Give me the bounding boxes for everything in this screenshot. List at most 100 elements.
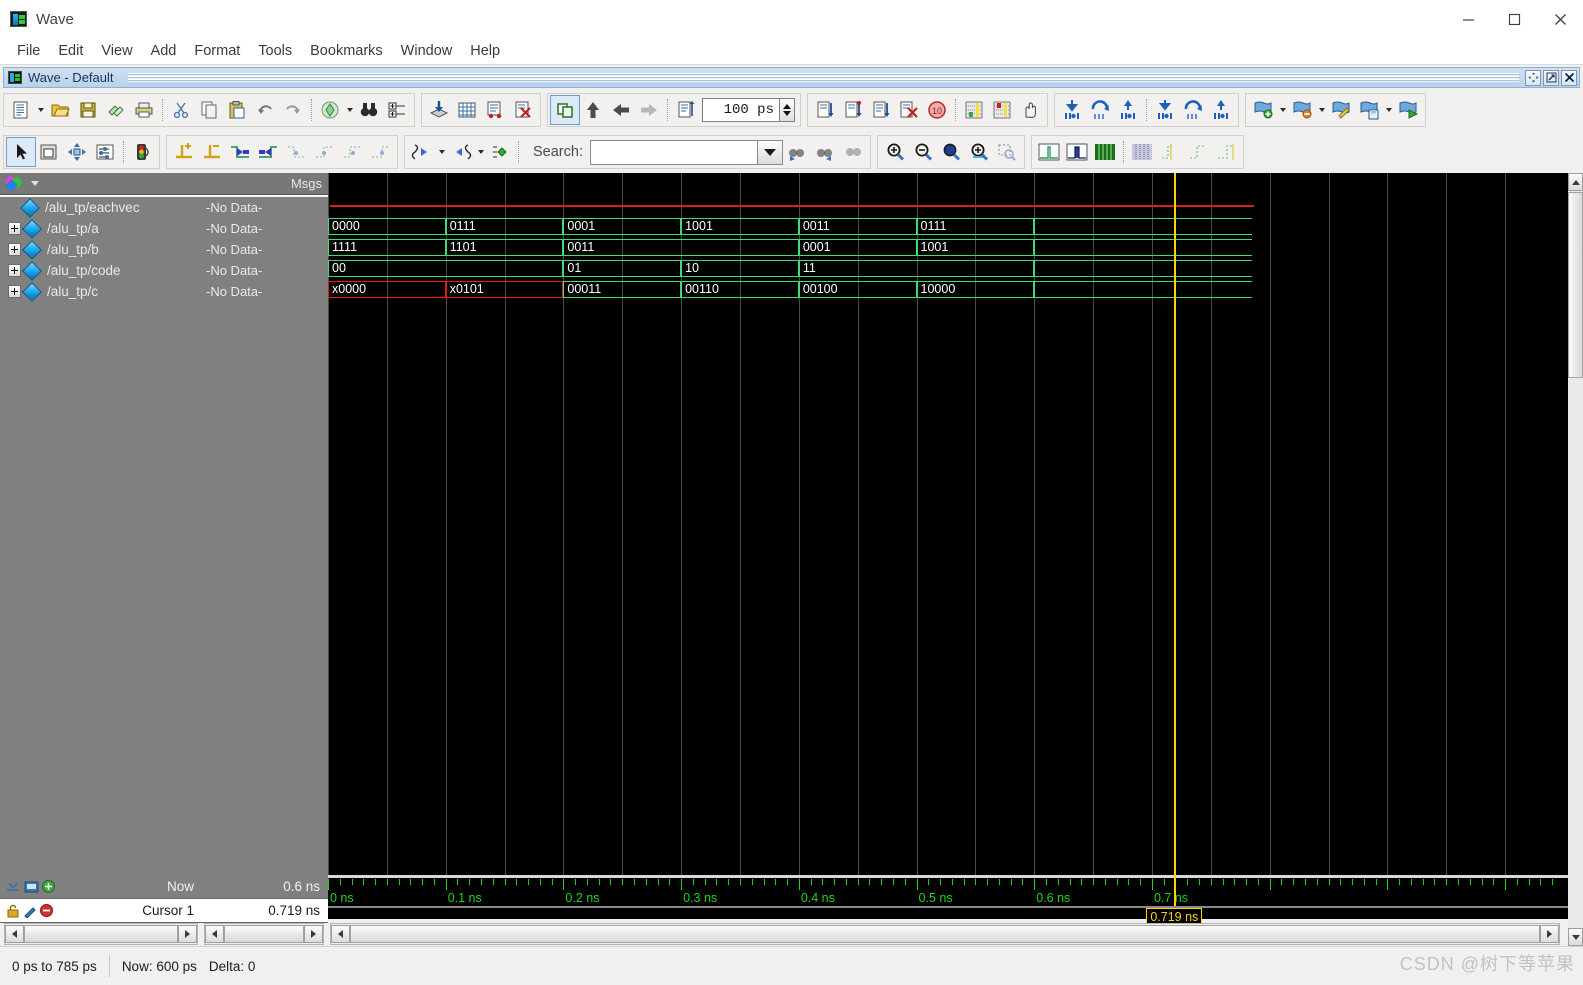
- vscroll-up-arrow[interactable]: [1568, 173, 1583, 191]
- edge-middle-icon[interactable]: [1184, 138, 1212, 166]
- next-transition-icon[interactable]: [254, 138, 282, 166]
- wave-hscrollbar[interactable]: [330, 923, 1560, 945]
- zoom-out-icon[interactable]: [909, 138, 937, 166]
- step-icon[interactable]: [960, 96, 988, 124]
- break-icon[interactable]: [895, 96, 923, 124]
- redo-icon[interactable]: [279, 96, 307, 124]
- menu-add[interactable]: Add: [142, 40, 186, 62]
- zoom-cursor-icon[interactable]: [965, 138, 993, 166]
- add-bookmark-dropdown-icon[interactable]: [1277, 96, 1288, 124]
- goto-bookmark-icon[interactable]: [1394, 96, 1422, 124]
- insert-cursor-icon[interactable]: [1058, 96, 1086, 124]
- search-value-icon[interactable]: [486, 138, 514, 166]
- down-group-icon[interactable]: [1151, 96, 1179, 124]
- signal-row[interactable]: /alu_tp/eachvec: [0, 197, 202, 218]
- up-cursor-icon[interactable]: [1114, 96, 1142, 124]
- up-group-icon[interactable]: [1207, 96, 1235, 124]
- hscroll-track[interactable]: [350, 925, 1540, 943]
- search-next-match-icon[interactable]: [811, 138, 839, 166]
- insert-cursor-plus-icon[interactable]: [170, 138, 198, 166]
- menu-format[interactable]: Format: [185, 40, 249, 62]
- pane-close-icon[interactable]: [1561, 69, 1577, 86]
- find-prev-rising-icon[interactable]: [338, 138, 366, 166]
- save-icon[interactable]: [74, 96, 102, 124]
- cursor-value-cell[interactable]: 0.719 ns: [202, 899, 328, 923]
- menu-help[interactable]: Help: [461, 40, 509, 62]
- search-input[interactable]: [589, 139, 758, 165]
- vscroll-track[interactable]: [1568, 192, 1583, 927]
- pointer-arrow-icon[interactable]: [6, 137, 36, 167]
- ruler-cursor-line[interactable]: [1174, 875, 1177, 906]
- expand-all-icon[interactable]: [383, 96, 411, 124]
- copy-window-icon[interactable]: [550, 95, 580, 125]
- waveform-row[interactable]: 00 01 10 11: [328, 258, 1568, 279]
- vscroll-down-arrow[interactable]: [1568, 928, 1583, 946]
- signal-row[interactable]: /alu_tp/code: [0, 260, 202, 281]
- save-bookmark-icon[interactable]: [1355, 96, 1383, 124]
- run-length-stepper[interactable]: [780, 98, 795, 122]
- chevron-down-icon[interactable]: [31, 181, 39, 186]
- cursor-line[interactable]: [1174, 173, 1177, 875]
- expand-plus-icon[interactable]: [8, 222, 28, 235]
- hscroll-left-arrow[interactable]: [205, 925, 224, 943]
- delete-cursor-icon[interactable]: [198, 138, 226, 166]
- copy-icon[interactable]: [195, 96, 223, 124]
- run-length-spinner[interactable]: [702, 97, 795, 123]
- arrow-up-icon[interactable]: [579, 96, 607, 124]
- zoom-in-icon[interactable]: [881, 138, 909, 166]
- arrow-right-faded-icon[interactable]: [635, 96, 663, 124]
- restore-icon[interactable]: [1543, 69, 1559, 86]
- search-prev-match-icon[interactable]: [783, 138, 811, 166]
- find-binoculars-icon[interactable]: [355, 96, 383, 124]
- vscroll-thumb[interactable]: [1568, 192, 1583, 378]
- wave-analog-icon[interactable]: [1035, 138, 1063, 166]
- hscroll-left-arrow[interactable]: [5, 925, 24, 943]
- select-region-icon[interactable]: [35, 138, 63, 166]
- maximize-icon[interactable]: [1491, 0, 1537, 38]
- name-hscrollbar[interactable]: [4, 923, 198, 945]
- undock-icon[interactable]: [1525, 69, 1541, 86]
- zoom-full-icon[interactable]: [937, 138, 965, 166]
- hand-pan-icon[interactable]: [1016, 96, 1044, 124]
- run-wave-icon[interactable]: [481, 96, 509, 124]
- find-next-rising-icon[interactable]: [366, 138, 394, 166]
- grid-dotted-icon[interactable]: [1128, 138, 1156, 166]
- wave-vscrollbar[interactable]: [1568, 173, 1583, 946]
- search-history-dropdown-icon[interactable]: [757, 139, 783, 165]
- traffic-light-icon[interactable]: [128, 138, 156, 166]
- continue-run-icon[interactable]: [839, 96, 867, 124]
- compile-dropdown-icon[interactable]: [344, 96, 355, 124]
- hscroll-track[interactable]: [24, 925, 178, 943]
- hscroll-right-arrow[interactable]: [178, 925, 197, 943]
- menu-file[interactable]: File: [8, 40, 49, 62]
- menu-tools[interactable]: Tools: [249, 40, 301, 62]
- edit-properties-icon[interactable]: [91, 138, 119, 166]
- close-icon[interactable]: [1537, 0, 1583, 38]
- save-bookmark-dropdown-icon[interactable]: [1383, 96, 1394, 124]
- cut-icon[interactable]: [167, 96, 195, 124]
- run-all-icon[interactable]: [867, 96, 895, 124]
- msgs-hscrollbar[interactable]: [204, 923, 324, 945]
- waveform-row[interactable]: [328, 195, 1568, 216]
- time-ruler[interactable]: 0 ns 0.1 ns 0.2 ns 0.3 ns 0.4 ns 0.5 ns 0.6 ns…: [328, 875, 1568, 927]
- end-simulation-icon[interactable]: [509, 96, 537, 124]
- search-next-dropdown-icon[interactable]: [475, 138, 486, 166]
- menu-edit[interactable]: Edit: [49, 40, 92, 62]
- remove-bookmark-icon[interactable]: [1288, 96, 1316, 124]
- reload-icon[interactable]: [102, 96, 130, 124]
- arrow-left-icon[interactable]: [607, 96, 635, 124]
- waveform-row[interactable]: 0000 0111 0001 1001 0011 0111: [328, 216, 1568, 237]
- simulation-grid-icon[interactable]: [453, 96, 481, 124]
- edit-bookmark-icon[interactable]: [1327, 96, 1355, 124]
- stop-icon[interactable]: 10: [923, 96, 951, 124]
- expand-plus-icon[interactable]: [8, 264, 28, 277]
- add-bookmark-icon[interactable]: [1249, 96, 1277, 124]
- signal-row[interactable]: /alu_tp/c: [0, 281, 202, 302]
- expand-plus-icon[interactable]: [8, 285, 28, 298]
- new-document-icon[interactable]: [7, 96, 35, 124]
- hscroll-track[interactable]: [224, 925, 304, 943]
- find-next-falling-icon[interactable]: [310, 138, 338, 166]
- undo-icon[interactable]: [251, 96, 279, 124]
- menu-view[interactable]: View: [92, 40, 141, 62]
- edge-right-icon[interactable]: [1212, 138, 1240, 166]
